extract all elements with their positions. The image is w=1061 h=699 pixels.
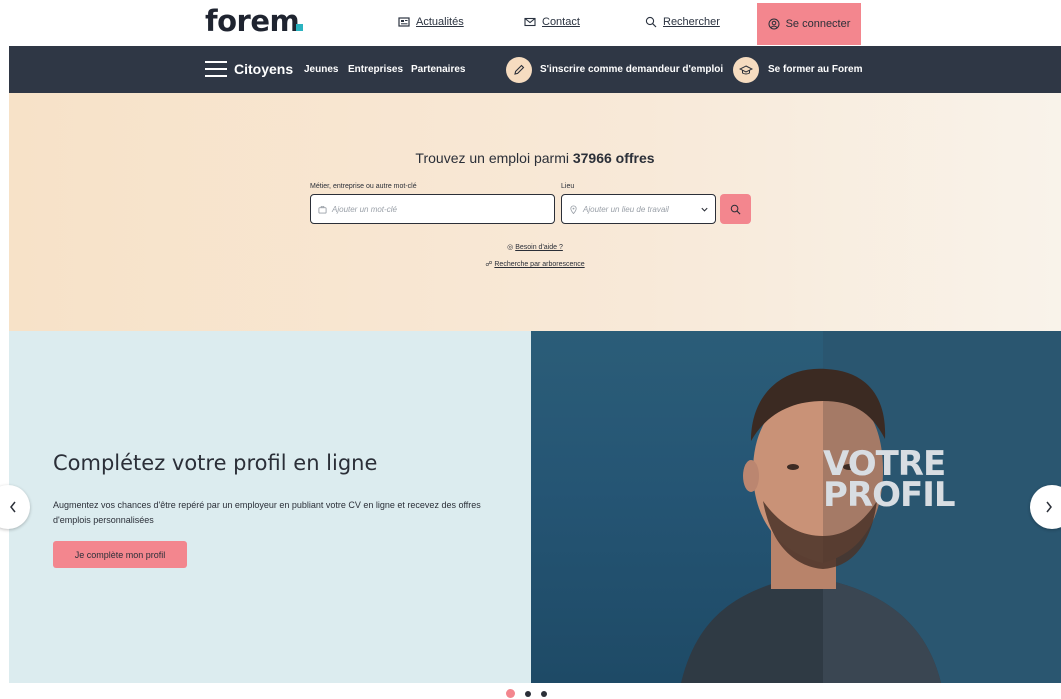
graduation-cap-icon[interactable] [733, 57, 759, 83]
main-nav: Citoyens Jeunes Entreprises Partenaires … [9, 46, 1061, 93]
keyword-input[interactable]: Ajouter un mot-clé [310, 194, 555, 224]
top-header: forem Actualités Contact Rechercher Se c… [0, 0, 1061, 46]
offer-count: 37966 offres [572, 150, 655, 166]
chevron-down-icon [701, 207, 708, 212]
nav-entreprises[interactable]: Entreprises [348, 64, 403, 75]
search-icon [645, 16, 657, 28]
hamburger-icon[interactable] [205, 61, 227, 78]
search-link[interactable]: Rechercher [645, 16, 720, 28]
help-link[interactable]: ◎ Besoin d'aide ? [9, 243, 1061, 251]
carousel-slide-content: Complétez votre profil en ligne Augmente… [9, 331, 531, 683]
search-title: Trouvez un emploi parmi 37966 offres [415, 150, 655, 166]
carousel-pagination [506, 689, 547, 698]
location-label: Lieu [561, 183, 575, 190]
login-button[interactable]: Se connecter [757, 3, 861, 45]
tree-search-link[interactable]: ☍ Recherche par arborescence [9, 260, 1061, 268]
search-hero: Trouvez un emploi parmi 37966 offres Mét… [9, 93, 1061, 331]
search-submit-button[interactable] [720, 194, 751, 224]
slide-image-text: VOTRE PROFIL [823, 444, 956, 515]
complete-profile-button[interactable]: Je complète mon profil [53, 541, 187, 568]
briefcase-icon [318, 205, 327, 214]
portrait-illustration [681, 331, 1061, 683]
contact-link[interactable]: Contact [524, 16, 580, 28]
tree-icon: ☍ [485, 261, 493, 268]
carousel-dot-1[interactable] [506, 689, 515, 698]
nav-partenaires[interactable]: Partenaires [411, 64, 465, 75]
search-link-label: Rechercher [663, 16, 720, 28]
nav-citoyens[interactable]: Citoyens [234, 61, 293, 77]
keyword-placeholder: Ajouter un mot-clé [332, 204, 397, 214]
mail-icon [524, 17, 536, 27]
help-circle-icon: ◎ [507, 244, 514, 251]
carousel-dot-2[interactable] [525, 690, 531, 697]
news-link[interactable]: Actualités [398, 16, 464, 28]
user-circle-icon [768, 18, 780, 30]
training-link[interactable]: Se former au Forem [768, 64, 862, 75]
search-icon [730, 204, 741, 214]
contact-link-label: Contact [542, 16, 580, 28]
location-select[interactable]: Ajouter un lieu de travail [561, 194, 716, 224]
chevron-right-icon [1046, 501, 1052, 513]
slide-image: VOTRE PROFIL [531, 331, 1061, 683]
pencil-icon[interactable] [506, 57, 532, 83]
slide-description: Augmentez vos chances d'être repéré par … [53, 500, 481, 525]
map-pin-icon [570, 205, 577, 214]
register-jobseeker-link[interactable]: S'inscrire comme demandeur d'emploi [540, 64, 723, 75]
chevron-left-icon [10, 501, 16, 513]
keyword-label: Métier, entreprise ou autre mot-clé [310, 183, 417, 190]
forem-logo[interactable]: forem [205, 4, 304, 38]
location-placeholder: Ajouter un lieu de travail [583, 204, 669, 214]
slide-title: Complétez votre profil en ligne [53, 451, 378, 475]
carousel-dot-3[interactable] [541, 690, 547, 697]
news-link-label: Actualités [416, 16, 464, 28]
newspaper-icon [398, 17, 410, 27]
login-button-label: Se connecter [785, 18, 851, 30]
nav-jeunes[interactable]: Jeunes [304, 64, 338, 75]
